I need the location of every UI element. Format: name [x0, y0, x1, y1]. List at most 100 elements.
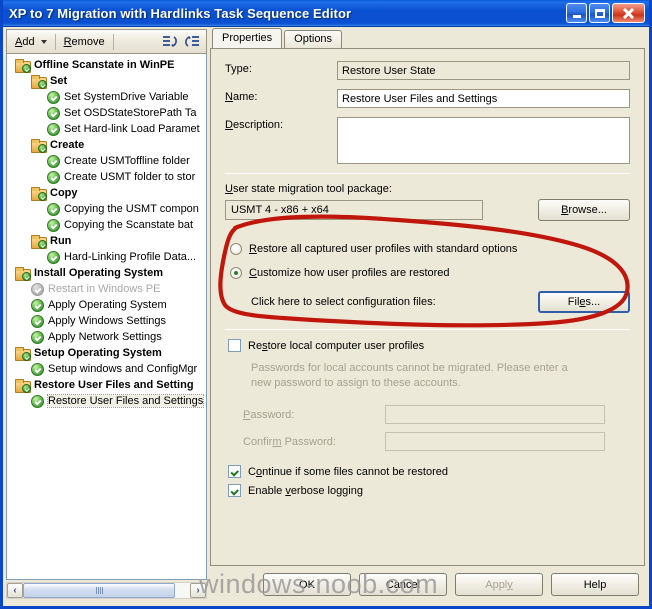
tree-item-label: Setup Operating System: [34, 347, 162, 359]
toolbar-right-group: [161, 33, 203, 51]
continue-checkbox[interactable]: [228, 465, 241, 478]
check-icon: [31, 330, 44, 344]
description-input[interactable]: [337, 117, 630, 164]
tab-properties[interactable]: Properties: [212, 28, 283, 48]
tree-toolbar: Add Remove: [6, 29, 207, 54]
scroll-right-button[interactable]: ›: [190, 583, 206, 598]
check-icon: [47, 170, 60, 184]
tree-item[interactable]: Copy: [7, 185, 206, 201]
radio-standard-icon[interactable]: [230, 243, 242, 255]
folder-icon: [31, 138, 47, 153]
browse-button[interactable]: Browse...: [538, 199, 630, 221]
add-button-label: Add: [15, 35, 35, 48]
restore-local-row[interactable]: Restore local computer user profiles: [228, 339, 630, 352]
verbose-checkbox[interactable]: [228, 484, 241, 497]
title-bar: XP to 7 Migration with Hardlinks Task Se…: [3, 0, 649, 27]
tree-item[interactable]: Setup windows and ConfigMgr: [7, 361, 206, 377]
tree-item[interactable]: Set OSDStateStorePath Ta: [7, 105, 206, 121]
tree-item[interactable]: Restart in Windows PE: [7, 281, 206, 297]
radio-standard-row[interactable]: Restore all captured user profiles with …: [230, 243, 630, 255]
tree-item[interactable]: Apply Operating System: [7, 297, 206, 313]
tree-item-label: Run: [50, 235, 72, 247]
tree-item-label: Restore User Files and Settings: [46, 394, 205, 408]
scroll-thumb[interactable]: [23, 583, 175, 598]
move-down-icon[interactable]: [183, 33, 201, 51]
tree-item[interactable]: Apply Windows Settings: [7, 313, 206, 329]
package-label: User state migration tool package:: [225, 183, 392, 195]
details-pane: Properties Options Type: Restore User St…: [209, 27, 649, 603]
verbose-row[interactable]: Enable verbose logging: [228, 484, 630, 497]
tree-item[interactable]: Offline Scanstate in WinPE: [7, 57, 206, 73]
tree-item-label: Hard-Linking Profile Data...: [64, 251, 197, 263]
add-button[interactable]: Add: [10, 32, 52, 51]
tree-item[interactable]: Apply Network Settings: [7, 329, 206, 345]
cancel-button[interactable]: Cancel: [359, 573, 447, 596]
check-icon: [47, 90, 60, 104]
check-icon: [47, 122, 60, 136]
tree-horizontal-scrollbar[interactable]: ‹ ›: [6, 582, 207, 599]
tree-item[interactable]: Set SystemDrive Variable: [7, 89, 206, 105]
close-button[interactable]: [612, 3, 645, 23]
files-button[interactable]: Files...: [538, 291, 630, 313]
scroll-track[interactable]: [23, 583, 190, 598]
scroll-left-button[interactable]: ‹: [7, 583, 23, 598]
confirm-password-input[interactable]: [385, 432, 605, 451]
tree-item[interactable]: Set Hard-link Load Paramet: [7, 121, 206, 137]
description-label: Description:: [225, 119, 284, 131]
type-row: Type: Restore User State: [225, 61, 630, 80]
check-badge-icon: [22, 271, 31, 281]
apply-button: Appl y: [455, 573, 543, 596]
tree-item[interactable]: Restore User Files and Settings: [7, 393, 206, 409]
tree-item[interactable]: Copying the USMT compon: [7, 201, 206, 217]
divider-2: [225, 329, 630, 330]
maximize-button[interactable]: [589, 3, 610, 23]
folder-icon: [31, 74, 47, 89]
radio-custom-label: Customize how user profiles are restored: [249, 267, 450, 279]
ok-button[interactable]: OK: [263, 573, 351, 596]
tree-item[interactable]: Hard-Linking Profile Data...: [7, 249, 206, 265]
move-up-icon[interactable]: [161, 33, 179, 51]
name-label: Name:: [225, 91, 258, 103]
tree-item[interactable]: Copying the Scanstate bat: [7, 217, 206, 233]
task-sequence-tree[interactable]: Offline Scanstate in WinPE Set Set SystemD…: [6, 54, 207, 580]
tree-item-label: Restart in Windows PE: [48, 283, 161, 295]
check-badge-icon: [22, 383, 31, 393]
tree-item-label: Create USMToffline folder: [64, 155, 190, 167]
remove-button[interactable]: Remove: [59, 32, 110, 51]
password-input[interactable]: [385, 405, 605, 424]
restore-local-checkbox[interactable]: [228, 339, 241, 352]
tree-item[interactable]: Create: [7, 137, 206, 153]
tree-item-label: Apply Network Settings: [48, 331, 162, 343]
check-badge-icon: [22, 63, 31, 73]
tree-item-label: Set OSDStateStorePath Ta: [64, 107, 197, 119]
tree-item[interactable]: Setup Operating System: [7, 345, 206, 361]
task-sequence-pane: Add Remove Offline Scanstate in WinPE Se…: [3, 27, 209, 603]
tree-item[interactable]: Create USMToffline folder: [7, 153, 206, 169]
check-icon: [47, 154, 60, 168]
tree-item[interactable]: Run: [7, 233, 206, 249]
continue-row[interactable]: Continue if some files cannot be restore…: [228, 465, 630, 478]
tree-item-label: Copying the USMT compon: [64, 203, 199, 215]
tree-item[interactable]: Restore User Files and Setting: [7, 377, 206, 393]
help-button[interactable]: Help: [551, 573, 639, 596]
window-body: Add Remove Offline Scanstate in WinPE Se…: [3, 27, 649, 603]
radio-custom-icon[interactable]: [230, 267, 242, 279]
continue-label: Continue if some files cannot be restore…: [248, 465, 448, 478]
tab-options[interactable]: Options: [284, 30, 343, 48]
name-input[interactable]: Restore User Files and Settings: [337, 89, 630, 108]
minimize-button[interactable]: [566, 3, 587, 23]
tree-item[interactable]: Install Operating System: [7, 265, 206, 281]
toolbar-separator: [54, 33, 56, 50]
config-files-row: Click here to select configuration files…: [251, 291, 630, 313]
tree-item-label: Setup windows and ConfigMgr: [48, 363, 198, 375]
type-value: Restore User State: [337, 61, 630, 80]
tree-item-label: Set: [50, 75, 68, 87]
folder-icon: [31, 234, 47, 249]
radio-custom-row[interactable]: Customize how user profiles are restored: [230, 267, 630, 279]
package-value: USMT 4 - x86 + x64: [225, 200, 483, 220]
tree-item-label: Apply Operating System: [48, 299, 167, 311]
divider-1: [225, 173, 630, 174]
tree-item[interactable]: Set: [7, 73, 206, 89]
tree-item-label: Restore User Files and Setting: [34, 379, 194, 391]
tree-item[interactable]: Create USMT folder to stor: [7, 169, 206, 185]
